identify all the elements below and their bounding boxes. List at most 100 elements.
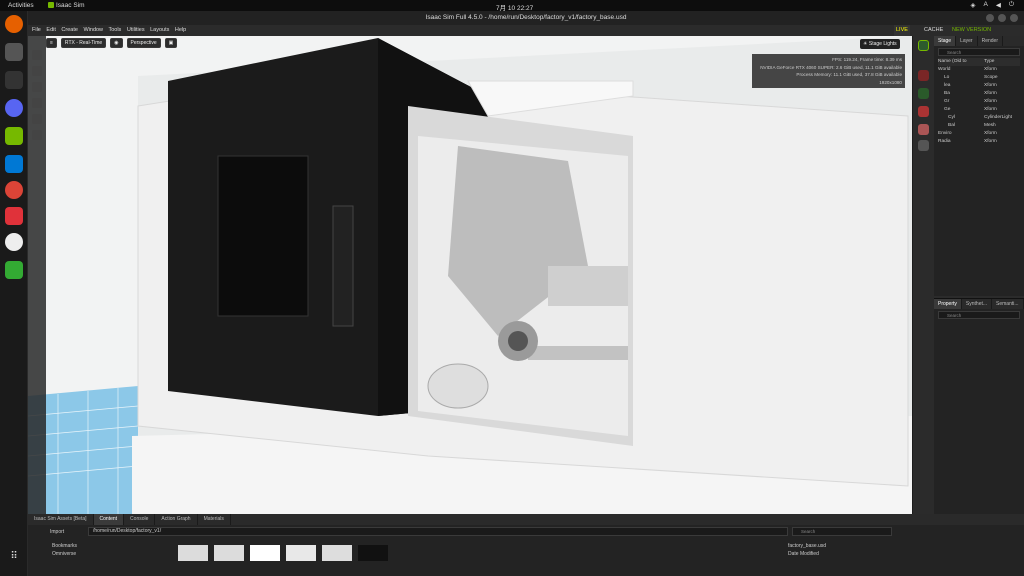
- scale-tool-icon[interactable]: [32, 98, 42, 108]
- menu-edit[interactable]: Edit: [46, 27, 55, 33]
- menu-create[interactable]: Create: [61, 27, 78, 33]
- tab-semantics[interactable]: Semanti...: [992, 299, 1024, 309]
- menu-help[interactable]: Help: [175, 27, 186, 33]
- menu-window[interactable]: Window: [83, 27, 103, 33]
- asset-thumbnail[interactable]: [322, 545, 352, 561]
- stage-row[interactable]: Bal Mesh: [938, 122, 1020, 130]
- stage-header: Name (Old to Type: [938, 58, 1020, 66]
- property-panel: Property Synthet... Semanti... Search: [934, 298, 1024, 514]
- sensor-icon[interactable]: [918, 106, 929, 117]
- content-browser: Isaac Sim Assets [Beta] Content Console …: [28, 514, 1024, 576]
- content-search-input[interactable]: Search: [792, 527, 892, 536]
- stage-panel: Stage Layer Render Search Name (Old to Ty…: [934, 36, 1024, 296]
- stage-row[interactable]: lea Xform: [938, 82, 1020, 90]
- close-icon[interactable]: [1010, 14, 1018, 22]
- live-badge[interactable]: LIVE: [894, 25, 910, 36]
- isaac-sim-dock-icon[interactable]: [5, 127, 23, 145]
- show-apps-icon[interactable]: ⠿: [5, 551, 23, 569]
- import-button[interactable]: Import: [50, 528, 64, 537]
- scene-render[interactable]: [28, 36, 912, 514]
- tab-layer[interactable]: Layer: [956, 36, 978, 46]
- property-search-input[interactable]: Search: [938, 311, 1020, 319]
- file-name[interactable]: factory_base.usd: [788, 542, 826, 550]
- stage-row[interactable]: Lo Scope: [938, 74, 1020, 82]
- asset-thumbnail[interactable]: [178, 545, 208, 561]
- isaac-sim-app-icon: [48, 2, 54, 8]
- active-app-name[interactable]: Isaac Sim: [56, 2, 85, 9]
- asset-thumbnail[interactable]: [250, 545, 280, 561]
- asset-thumbnail[interactable]: [214, 545, 244, 561]
- menu-file[interactable]: File: [32, 27, 41, 33]
- tab-isaac-assets[interactable]: Isaac Sim Assets [Beta]: [28, 514, 94, 525]
- tab-materials[interactable]: Materials: [198, 514, 231, 525]
- stats-overlay: FPS: 119.24, Frame time: 8.39 ms NVIDIA G…: [752, 54, 905, 88]
- menu-utilities[interactable]: Utilities: [127, 27, 145, 33]
- system-tray[interactable]: ◈ A ◀ ⏻: [971, 1, 1015, 9]
- window-title: Isaac Sim Full 4.5.0 - /home/run/Desktop…: [425, 14, 627, 21]
- tab-stage[interactable]: Stage: [934, 36, 957, 46]
- menu-layouts[interactable]: Layouts: [150, 27, 169, 33]
- stage-tree: World Xform Lo Scope lea Xform Ba Xform Gr Xf…: [938, 66, 1020, 146]
- stage-row[interactable]: Gr Xform: [938, 98, 1020, 106]
- volume-icon[interactable]: ◀: [996, 1, 1001, 9]
- path-field[interactable]: /home/run/Desktop/factory_v1/: [88, 527, 788, 536]
- file-details: factory_base.usd Date Modified: [788, 542, 826, 558]
- play-icon[interactable]: [32, 130, 42, 140]
- cube-icon[interactable]: [918, 124, 929, 135]
- tree-item-bookmarks[interactable]: Bookmarks: [52, 542, 77, 550]
- activities-button[interactable]: Activities: [8, 2, 34, 9]
- new-version-notice[interactable]: NEW VERSION DETECTED: [952, 25, 1020, 44]
- tab-console[interactable]: Console: [124, 514, 156, 525]
- menu-tools[interactable]: Tools: [108, 27, 121, 33]
- firefox-icon[interactable]: [5, 15, 23, 33]
- eye-icon[interactable]: ◉: [110, 38, 123, 48]
- asset-thumbnail[interactable]: [286, 545, 316, 561]
- stage-row[interactable]: Ba Xform: [938, 90, 1020, 98]
- maximize-icon[interactable]: [998, 14, 1006, 22]
- window-titlebar[interactable]: Isaac Sim Full 4.5.0 - /home/run/Desktop…: [28, 11, 1024, 25]
- tab-property[interactable]: Property: [934, 299, 962, 309]
- settings-icon[interactable]: ≡: [46, 38, 57, 48]
- tab-content[interactable]: Content: [93, 514, 125, 525]
- tab-synthetic[interactable]: Synthet...: [962, 299, 993, 309]
- terminal-icon[interactable]: [5, 71, 23, 89]
- viewport[interactable]: [28, 36, 912, 514]
- render-mode-button[interactable]: RTX - Real-Time: [60, 38, 107, 48]
- viewport-toolbar: ≡ RTX - Real-Time ◉ Perspective ▣: [46, 37, 178, 49]
- tree-item-omniverse[interactable]: Omniverse: [52, 550, 77, 558]
- vscode-icon[interactable]: [5, 155, 23, 173]
- stage-row[interactable]: Cyl CylinderLight: [938, 114, 1020, 122]
- stage-row[interactable]: Enviro Xform: [938, 130, 1020, 138]
- asset-thumbnail[interactable]: [358, 545, 388, 561]
- select-tool-icon[interactable]: [32, 50, 42, 60]
- stage-row[interactable]: World Xform: [938, 66, 1020, 74]
- stage-row[interactable]: Radia Xform: [938, 138, 1020, 146]
- focus-icon[interactable]: [918, 40, 929, 51]
- dock: ⠿: [0, 11, 28, 576]
- cache-badge[interactable]: CACHE: [924, 25, 943, 36]
- camera-button[interactable]: Perspective: [126, 38, 161, 48]
- stage-row[interactable]: Ge Xform: [938, 106, 1020, 114]
- layers-icon[interactable]: [918, 140, 929, 151]
- physics-icon[interactable]: [918, 70, 929, 81]
- anydesk-icon[interactable]: [5, 207, 23, 225]
- trash-icon[interactable]: [5, 261, 23, 279]
- minimize-icon[interactable]: [986, 14, 994, 22]
- viewport-left-toolbar: [28, 36, 46, 514]
- rotate-tool-icon[interactable]: [32, 82, 42, 92]
- tab-action-graph[interactable]: Action Graph: [155, 514, 198, 525]
- chrome-icon[interactable]: [5, 181, 23, 199]
- tab-render[interactable]: Render: [978, 36, 1003, 46]
- network-icon[interactable]: ◈: [971, 1, 976, 9]
- keyboard-icon[interactable]: A: [984, 1, 988, 9]
- snap-tool-icon[interactable]: [32, 114, 42, 124]
- discord-icon[interactable]: [5, 99, 23, 117]
- stage-search-input[interactable]: Search: [938, 48, 1020, 56]
- move-tool-icon[interactable]: [32, 66, 42, 76]
- power-icon[interactable]: ⏻: [1009, 1, 1014, 9]
- files-icon[interactable]: [5, 43, 23, 61]
- robot-icon[interactable]: [918, 88, 929, 99]
- record-icon[interactable]: ▣: [164, 38, 178, 48]
- software-center-icon[interactable]: [5, 233, 23, 251]
- stage-lights-button[interactable]: ☀ Stage Lights: [860, 39, 900, 49]
